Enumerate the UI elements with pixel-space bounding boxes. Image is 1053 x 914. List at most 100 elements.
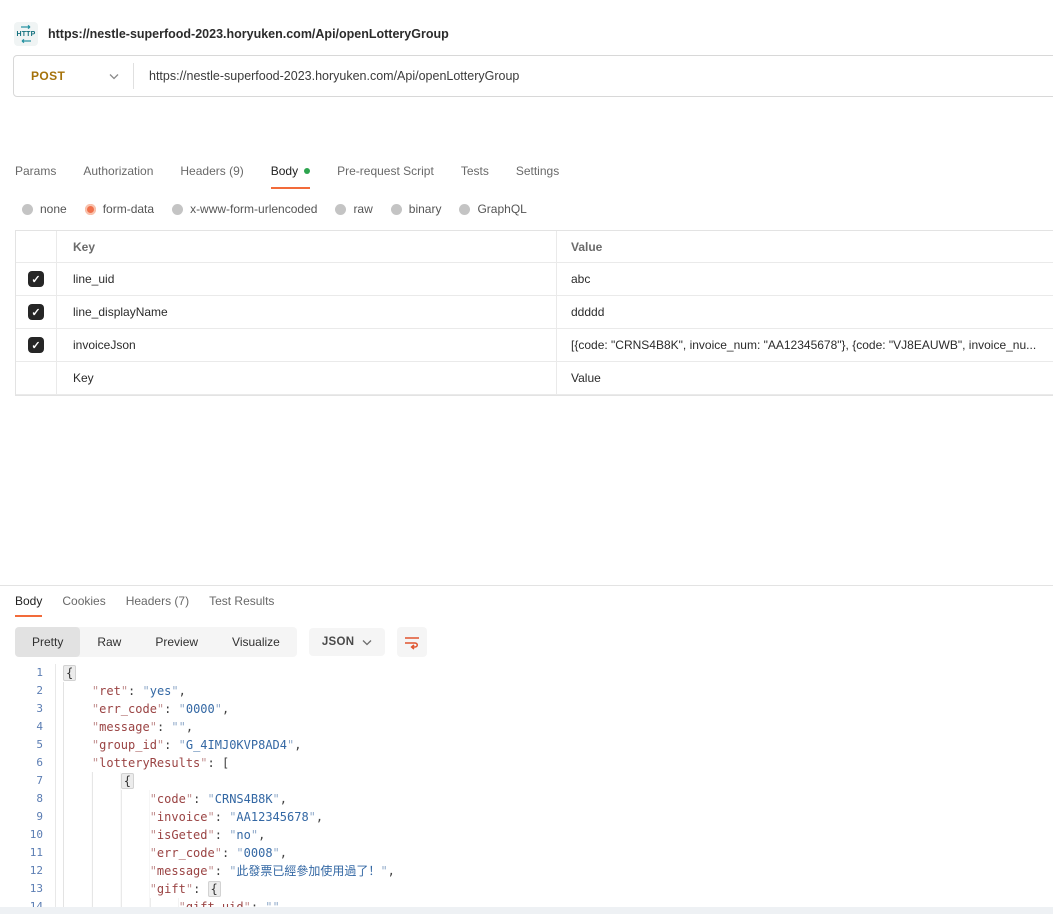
mode-graphql[interactable]: GraphQL <box>459 202 526 216</box>
gutter-divider <box>43 736 56 754</box>
json-token-punc: , <box>222 702 229 716</box>
response-tab-headers[interactable]: Headers (7) <box>126 594 189 617</box>
response-tab-test-results[interactable]: Test Results <box>209 594 274 617</box>
value-column-header: Value <box>557 231 1053 263</box>
code-text: isGeted: no, <box>63 826 265 844</box>
horizontal-scrollbar-track[interactable] <box>0 907 1053 914</box>
tab-tests[interactable]: Tests <box>461 164 489 189</box>
checkbox-checked-icon[interactable]: ✓ <box>28 337 44 353</box>
checkbox-checked-icon[interactable]: ✓ <box>28 271 44 287</box>
code-line: 6lotteryResults: [ <box>0 754 1053 772</box>
line-number: 4 <box>0 718 43 736</box>
json-token-key: code <box>150 792 193 806</box>
url-input[interactable]: https://nestle-superfood-2023.horyuken.c… <box>134 69 519 83</box>
chevron-down-icon[interactable] <box>109 67 119 85</box>
value-field[interactable]: ddddd <box>557 296 1053 329</box>
response-view-toolbar: Pretty Raw Preview Visualize JSON <box>15 627 1053 657</box>
view-visualize-button[interactable]: Visualize <box>215 627 297 657</box>
mode-x-www-form-urlencoded[interactable]: x-www-form-urlencoded <box>172 202 317 216</box>
json-token-punc: : <box>193 882 207 896</box>
radio-icon <box>335 204 346 215</box>
key-field[interactable]: line_displayName <box>57 296 557 329</box>
row-checkbox-cell: ✓ <box>16 263 57 296</box>
tab-params[interactable]: Params <box>15 164 56 189</box>
indent-guides <box>63 826 150 844</box>
view-raw-button[interactable]: Raw <box>80 627 138 657</box>
mode-raw[interactable]: raw <box>335 202 372 216</box>
json-token-punc: : <box>208 756 222 770</box>
tab-headers[interactable]: Headers (9) <box>180 164 243 189</box>
mode-none[interactable]: none <box>22 202 67 216</box>
wrap-text-button[interactable] <box>397 627 427 657</box>
json-token-punc: , <box>258 828 265 842</box>
view-mode-switcher: Pretty Raw Preview Visualize <box>15 627 297 657</box>
tab-pre-request-script[interactable]: Pre-request Script <box>337 164 434 189</box>
line-number: 8 <box>0 790 43 808</box>
key-field[interactable]: line_uid <box>57 263 557 296</box>
json-token-punc: , <box>186 720 193 734</box>
line-number: 10 <box>0 826 43 844</box>
indent-guides <box>63 682 92 700</box>
code-text: message: , <box>63 718 193 736</box>
code-line: 11 err_code: 0008, <box>0 844 1053 862</box>
chevron-down-icon <box>362 639 372 646</box>
json-token-punc: : <box>215 828 229 842</box>
green-dot-status-icon <box>304 168 310 174</box>
line-number: 7 <box>0 772 43 790</box>
gutter-divider <box>43 880 56 898</box>
json-token-brace: { <box>121 773 134 789</box>
gutter-divider <box>43 718 56 736</box>
wrap-text-icon <box>403 634 421 650</box>
gutter-divider <box>43 700 56 718</box>
value-field[interactable]: [{code: "CRNS4B8K", invoice_num: "AA1234… <box>557 329 1053 362</box>
response-tab-body[interactable]: Body <box>15 594 42 617</box>
method-selector[interactable]: POST <box>14 69 109 83</box>
gutter-divider <box>43 844 56 862</box>
mode-binary[interactable]: binary <box>391 202 442 216</box>
key-field-empty[interactable]: Key <box>57 362 557 395</box>
view-preview-button[interactable]: Preview <box>138 627 215 657</box>
radio-icon <box>85 204 96 215</box>
indent-guides <box>63 844 150 862</box>
code-line: 10 isGeted: no, <box>0 826 1053 844</box>
view-pretty-button[interactable]: Pretty <box>15 627 80 657</box>
code-line: 7{ <box>0 772 1053 790</box>
response-pane: Body Cookies Headers (7) Test Results Pr… <box>0 585 1053 914</box>
code-text: err_code: 0008, <box>63 844 287 862</box>
value-field[interactable]: abc <box>557 263 1053 296</box>
json-token-punc: : <box>157 720 171 734</box>
indent-guides <box>63 772 121 790</box>
radio-icon <box>391 204 402 215</box>
mode-form-data[interactable]: form-data <box>85 202 154 216</box>
key-column-header: Key <box>57 231 557 263</box>
code-text: code: CRNS4B8K, <box>63 790 287 808</box>
code-line: 12message: 此發票已經參加使用過了！, <box>0 862 1053 880</box>
json-token-punc: : <box>193 792 207 806</box>
format-select[interactable]: JSON <box>309 628 386 656</box>
line-number: 13 <box>0 880 43 898</box>
json-token-key: ret <box>92 684 128 698</box>
line-number: 11 <box>0 844 43 862</box>
json-token-punc: , <box>280 792 287 806</box>
gutter-divider <box>43 664 56 682</box>
tab-body[interactable]: Body <box>271 164 310 189</box>
json-token-punc: : <box>128 684 142 698</box>
indent-guides <box>63 808 150 826</box>
json-token-key: lotteryResults <box>92 756 208 770</box>
key-field[interactable]: invoiceJson <box>57 329 557 362</box>
json-token-brace: { <box>63 665 76 681</box>
code-text: message: 此發票已經參加使用過了！, <box>63 862 395 880</box>
json-token-punc: : <box>215 864 229 878</box>
value-field-empty[interactable]: Value <box>557 362 1053 395</box>
code-text: { <box>63 772 134 790</box>
tab-settings[interactable]: Settings <box>516 164 559 189</box>
code-text: err_code: 0000, <box>63 700 229 718</box>
code-line: 1{ <box>0 664 1053 682</box>
form-data-table: Key Value ✓ line_uid abc ✓ line_displayN… <box>15 230 1053 396</box>
code-text: invoice: AA12345678, <box>63 808 323 826</box>
body-mode-options: none form-data x-www-form-urlencoded raw… <box>0 202 1053 216</box>
tab-authorization[interactable]: Authorization <box>83 164 153 189</box>
response-tab-cookies[interactable]: Cookies <box>62 594 105 617</box>
checkbox-checked-icon[interactable]: ✓ <box>28 304 44 320</box>
json-token-punc: , <box>316 810 323 824</box>
